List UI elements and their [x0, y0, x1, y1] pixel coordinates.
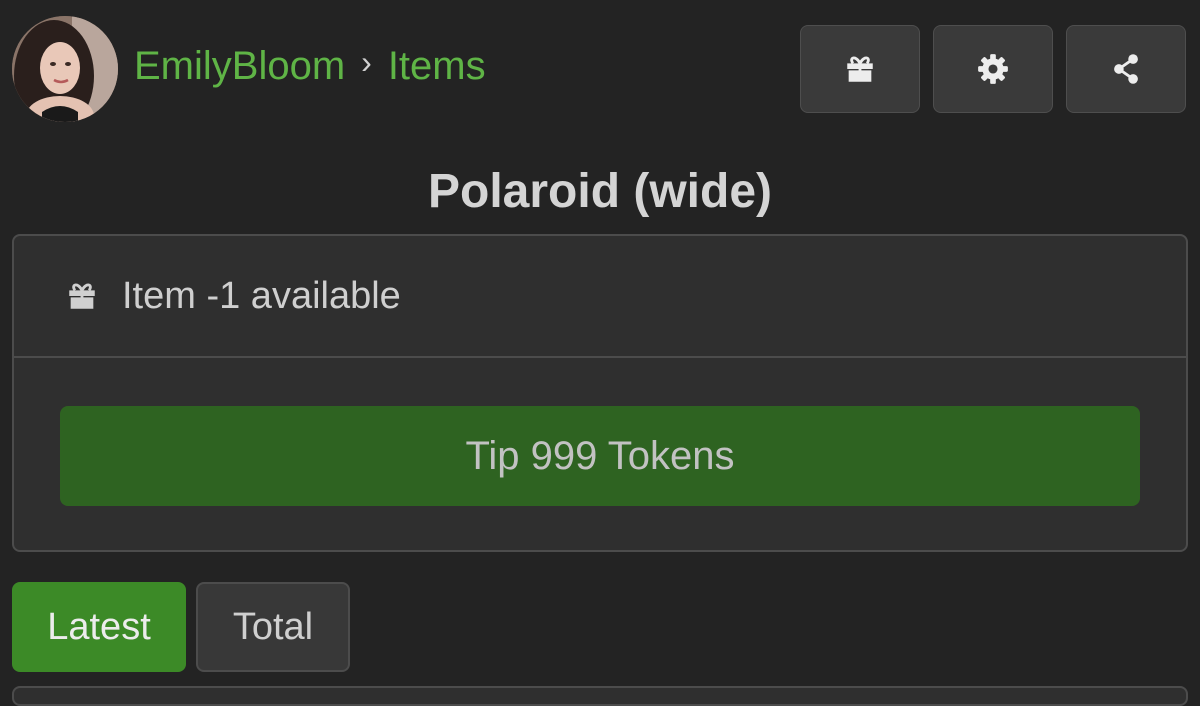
gift-icon: [847, 56, 873, 82]
tab-latest[interactable]: Latest: [12, 582, 186, 672]
breadcrumb: EmilyBloom › Items: [134, 40, 486, 92]
breadcrumb-separator: ›: [361, 44, 372, 80]
availability-text: Item -1 available: [122, 274, 401, 317]
availability-row: Item -1 available: [14, 236, 1186, 358]
settings-button[interactable]: [933, 25, 1053, 113]
item-card: Item -1 available Tip 999 Tokens: [12, 234, 1188, 552]
gift-button[interactable]: [800, 25, 920, 113]
share-button[interactable]: [1066, 25, 1186, 113]
tip-button[interactable]: Tip 999 Tokens: [60, 406, 1140, 506]
page-title: Polaroid (wide): [427, 165, 772, 218]
content-panel: [12, 686, 1188, 706]
avatar[interactable]: [12, 16, 118, 122]
gift-icon: [69, 283, 95, 309]
gear-icon: [978, 54, 1008, 84]
breadcrumb-user-link[interactable]: EmilyBloom: [134, 40, 345, 92]
tab-total[interactable]: Total: [196, 582, 350, 672]
avatar-photo: [12, 16, 118, 122]
share-icon: [1114, 54, 1138, 84]
breadcrumb-items-link[interactable]: Items: [388, 40, 486, 92]
